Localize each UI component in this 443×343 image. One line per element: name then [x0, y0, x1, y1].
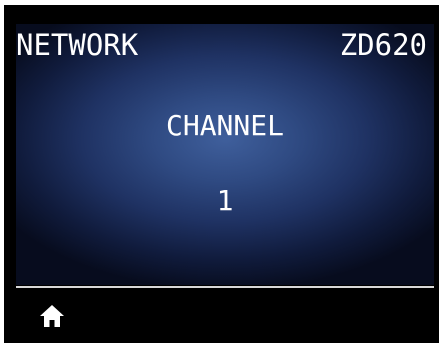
- home-icon: [40, 305, 64, 327]
- home-button[interactable]: [34, 298, 70, 334]
- menu-title: NETWORK: [16, 28, 139, 62]
- setting-value[interactable]: 1: [16, 186, 434, 216]
- printer-display: CHANNEL 1 NETWORK ZD620: [0, 0, 443, 343]
- setting-label: CHANNEL: [165, 109, 284, 142]
- footer-bar: [4, 288, 439, 343]
- header-bar: NETWORK ZD620: [4, 5, 439, 73]
- model-name: ZD620: [339, 28, 427, 62]
- display-screen: CHANNEL 1 NETWORK ZD620: [4, 5, 439, 343]
